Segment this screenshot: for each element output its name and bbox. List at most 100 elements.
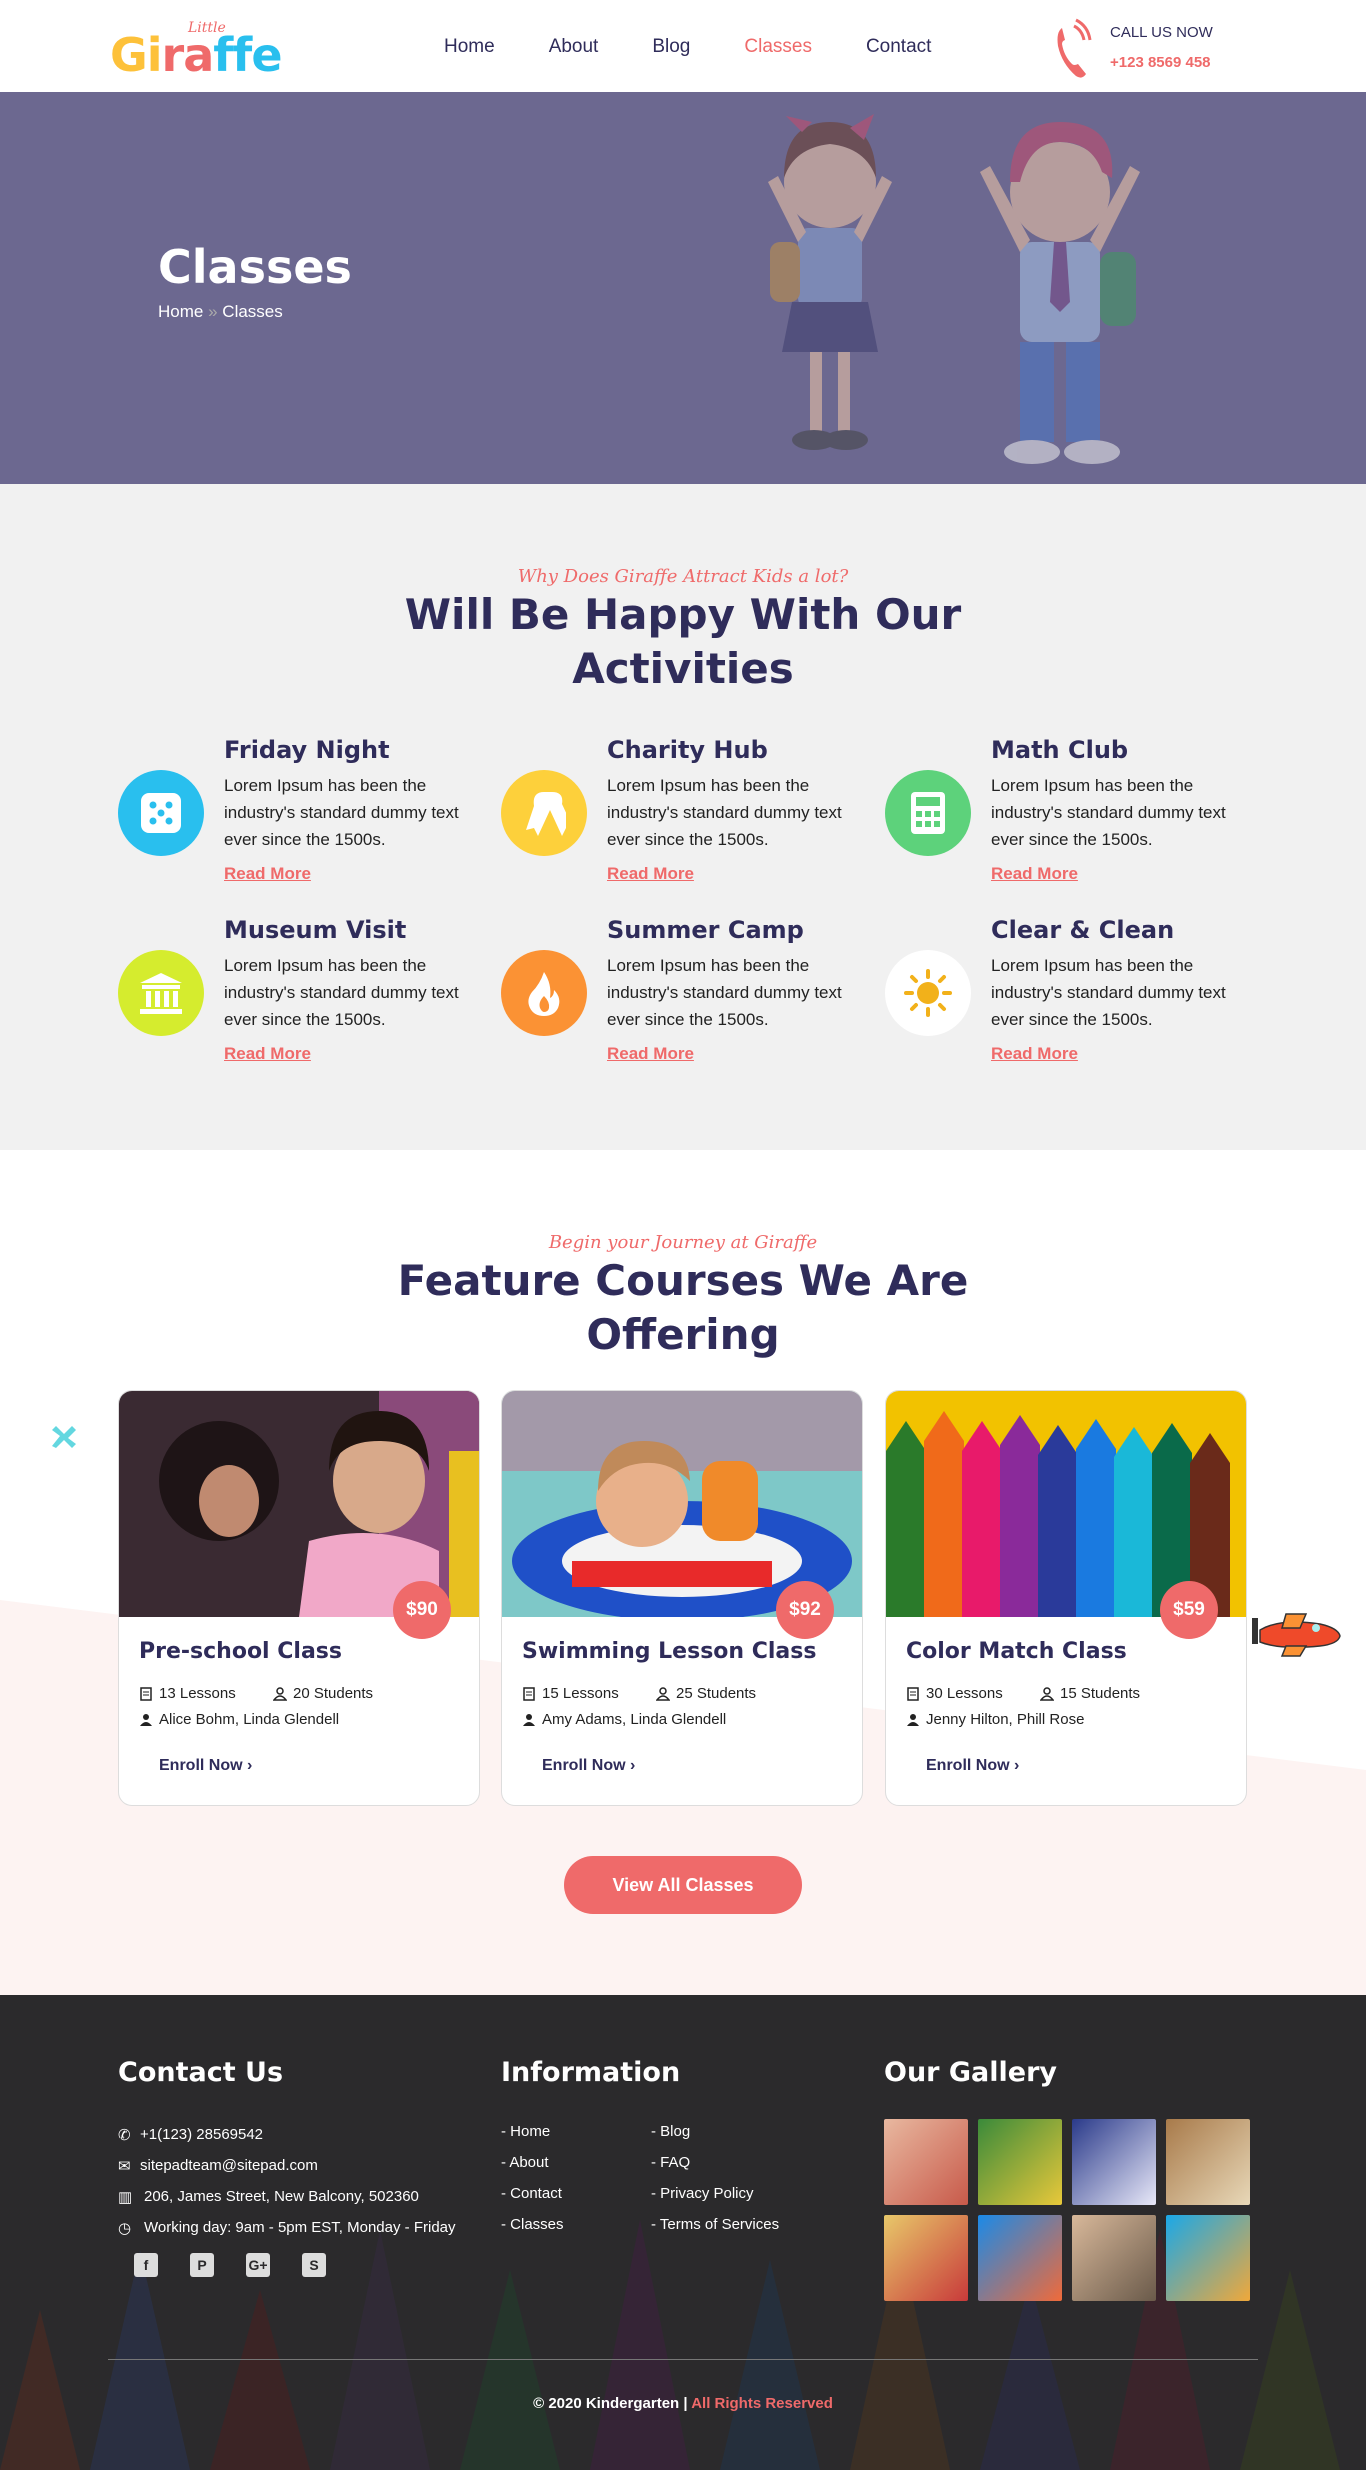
contact-email[interactable]: ✉ sitepadteam@sitepad.com: [118, 2150, 456, 2181]
students-label: 25 Students: [676, 1685, 757, 1702]
teacher-icon: [907, 1713, 919, 1726]
gallery-thumb[interactable]: [1166, 2119, 1250, 2205]
activities-title-line1: Will Be Happy With Our: [404, 590, 962, 639]
lessons-label: 15 Lessons: [542, 1685, 619, 1702]
hours-text: Working day: 9am - 5pm EST, Monday - Fri…: [144, 2219, 456, 2236]
breadcrumb-separator: »: [208, 302, 218, 321]
enroll-now-button[interactable]: Enroll Now ›: [542, 1757, 635, 1775]
view-all-classes-button[interactable]: View All Classes: [564, 1856, 802, 1914]
gallery-thumb[interactable]: [1072, 2215, 1156, 2301]
map-icon: ▥: [118, 2188, 133, 2206]
activities-title: Will Be Happy With Our Activities: [0, 588, 1366, 696]
read-more-link[interactable]: Read More: [991, 864, 1078, 884]
sun-icon: [885, 950, 971, 1036]
gallery-thumb[interactable]: [1166, 2215, 1250, 2301]
course-meta: 13 Lessons 20 Students: [139, 1685, 373, 1702]
activity-item: Summer Camp Lorem Ipsum has been the ind…: [501, 916, 881, 1076]
pinterest-icon[interactable]: P: [190, 2253, 214, 2277]
activity-text: Lorem Ipsum has been the industry's stan…: [224, 776, 459, 849]
copyright-text: © 2020 Kindergarten |: [533, 2395, 688, 2412]
courses-subtitle: Begin your Journey at Giraffe: [548, 1232, 818, 1253]
enroll-now-button[interactable]: Enroll Now ›: [926, 1757, 1019, 1775]
course-meta: 15 Lessons 25 Students: [522, 1685, 756, 1702]
footer-link[interactable]: - FAQ: [651, 2154, 779, 2185]
contact-address: ▥ 206, James Street, New Balcony, 502360: [118, 2181, 456, 2212]
skype-icon[interactable]: S: [302, 2253, 326, 2277]
teachers-label: Amy Adams, Linda Glendell: [542, 1711, 727, 1728]
footer-link[interactable]: - Privacy Policy: [651, 2185, 779, 2216]
read-more-link[interactable]: Read More: [607, 864, 694, 884]
course-title[interactable]: Color Match Class: [906, 1639, 1127, 1664]
course-title[interactable]: Swimming Lesson Class: [522, 1639, 816, 1664]
contact-phone[interactable]: ✆ +1(123) 28569542: [118, 2119, 456, 2150]
breadcrumb: Home » Classes: [158, 302, 283, 322]
document-icon: [523, 1686, 535, 1701]
gallery-thumb[interactable]: [1072, 2119, 1156, 2205]
breadcrumb-current: Classes: [222, 302, 283, 321]
enroll-label: Enroll Now: [926, 1757, 1010, 1774]
copyright: © 2020 Kindergarten | All Rights Reserve…: [0, 2395, 1366, 2412]
enroll-label: Enroll Now: [159, 1757, 243, 1774]
nav-classes[interactable]: Classes: [744, 36, 812, 58]
course-card[interactable]: $92 Swimming Lesson Class 15 Lessons 25 …: [501, 1390, 863, 1806]
user-icon: [1040, 1686, 1054, 1701]
gallery-thumb[interactable]: [978, 2119, 1062, 2205]
activity-title: Museum Visit: [224, 916, 407, 944]
students-label: 20 Students: [293, 1685, 374, 1702]
user-icon: [656, 1686, 670, 1701]
page-hero: Classes Home » Classes: [0, 92, 1366, 484]
call-us-block: CALL US NOW +123 8569 458: [1052, 16, 1252, 78]
gallery-thumb[interactable]: [884, 2119, 968, 2205]
google-plus-icon[interactable]: G+: [246, 2253, 270, 2277]
facebook-icon[interactable]: f: [134, 2253, 158, 2277]
nav-blog[interactable]: Blog: [652, 36, 690, 58]
information-heading: Information: [501, 2057, 681, 2088]
course-title[interactable]: Pre-school Class: [139, 1639, 342, 1664]
footer-link[interactable]: - Terms of Services: [651, 2216, 779, 2247]
nav-about[interactable]: About: [549, 36, 599, 58]
read-more-link[interactable]: Read More: [224, 864, 311, 884]
teacher-icon: [523, 1713, 535, 1726]
courses-title-line1: Feature Courses We Are: [397, 1256, 969, 1305]
gallery-thumb[interactable]: [884, 2215, 968, 2301]
price-badge: $59: [1160, 1581, 1218, 1639]
email-text: sitepadteam@sitepad.com: [140, 2157, 318, 2174]
nav-contact[interactable]: Contact: [866, 36, 931, 58]
activity-item: Math Club Lorem Ipsum has been the indus…: [885, 736, 1265, 896]
footer-link[interactable]: - About: [501, 2154, 564, 2185]
activities-title-line2: Activities: [572, 644, 794, 693]
footer-link[interactable]: - Home: [501, 2123, 564, 2154]
footer-link[interactable]: - Contact: [501, 2185, 564, 2216]
breadcrumb-home[interactable]: Home: [158, 302, 203, 321]
footer-link[interactable]: - Blog: [651, 2123, 779, 2154]
course-card[interactable]: $90 Pre-school Class 13 Lessons 20 Stude…: [118, 1390, 480, 1806]
rights-text: All Rights Reserved: [691, 2395, 833, 2412]
gallery-thumb[interactable]: [978, 2215, 1062, 2301]
read-more-link[interactable]: Read More: [607, 1044, 694, 1064]
students-count: 20 Students: [273, 1685, 373, 1702]
site-logo[interactable]: Little Giraffe: [110, 18, 320, 80]
activities-section: Why Does Giraffe Attract Kids a lot? Wil…: [0, 484, 1366, 1150]
footer-link[interactable]: - Classes: [501, 2216, 564, 2247]
course-card[interactable]: $59 Color Match Class 30 Lessons 15 Stud…: [885, 1390, 1247, 1806]
read-more-link[interactable]: Read More: [991, 1044, 1078, 1064]
footer-divider: [108, 2359, 1258, 2360]
nav-home[interactable]: Home: [444, 36, 495, 58]
cross-decoration-icon: [52, 1426, 76, 1448]
logo-wordmark: Giraffe: [110, 28, 283, 82]
chevron-right-icon: ›: [1014, 1757, 1020, 1774]
main-nav: Home About Blog Classes Contact: [444, 36, 985, 58]
call-label: CALL US NOW: [1110, 24, 1213, 41]
activity-item: Friday Night Lorem Ipsum has been the in…: [118, 736, 498, 896]
address-text: 206, James Street, New Balcony, 502360: [144, 2188, 419, 2205]
activity-title: Summer Camp: [607, 916, 804, 944]
contact-heading: Contact Us: [118, 2057, 284, 2088]
enroll-now-button[interactable]: Enroll Now ›: [159, 1757, 252, 1775]
students-label: 15 Students: [1060, 1685, 1141, 1702]
activity-title: Charity Hub: [607, 736, 768, 764]
read-more-link[interactable]: Read More: [224, 1044, 311, 1064]
teachers-label: Alice Bohm, Linda Glendell: [159, 1711, 340, 1728]
activity-text: Lorem Ipsum has been the industry's stan…: [607, 956, 842, 1029]
course-teachers: Alice Bohm, Linda Glendell: [139, 1711, 339, 1728]
call-number[interactable]: +123 8569 458: [1110, 54, 1211, 71]
